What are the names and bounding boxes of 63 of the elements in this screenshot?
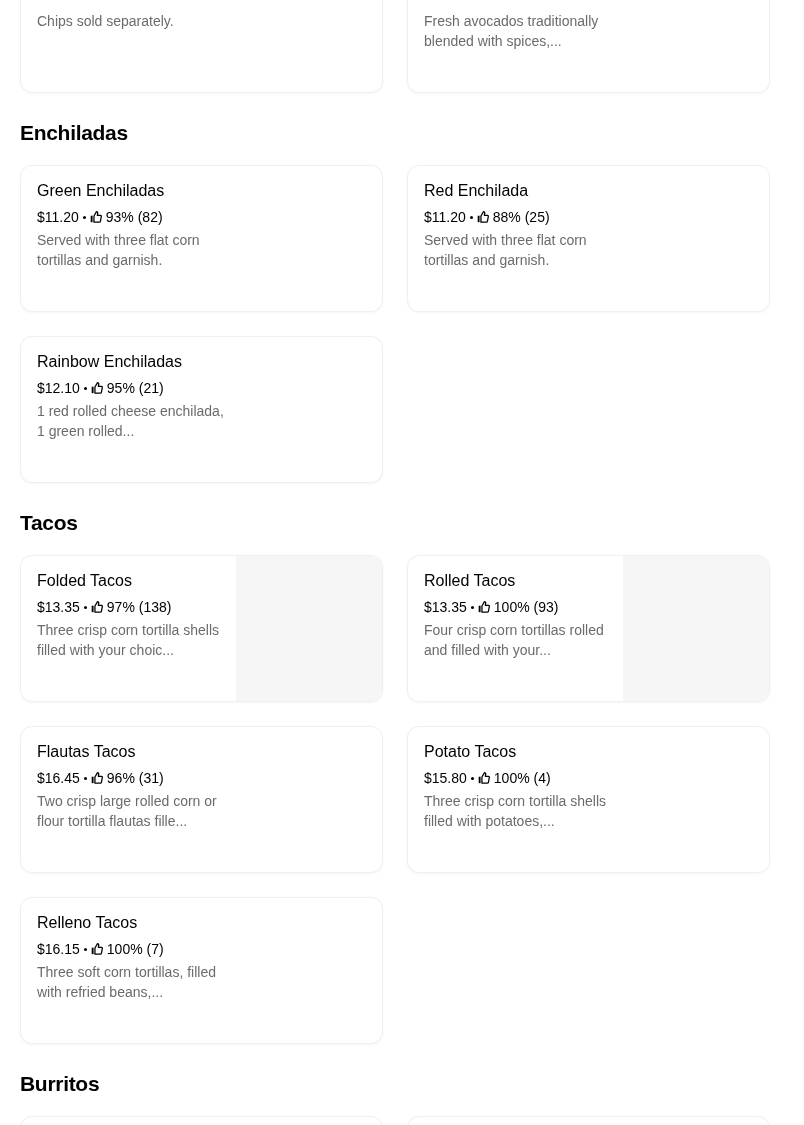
item-description: Served with three flat corn tortillas and garnish.: [424, 231, 588, 270]
item-name: Rolled Tacos: [424, 571, 517, 591]
separator-dot: [82, 215, 86, 219]
item-rating: 93% (82): [105, 208, 163, 227]
item-rating: 100% (93): [493, 598, 559, 617]
item-rating: 88% (25): [492, 208, 550, 227]
menu-item-card[interactable]: Rainbow Enchiladas $12.10 95% (21) 1 red rolled cheese enchilada, 1 green rolled...: [20, 336, 383, 483]
thumbs-up-icon: [89, 211, 102, 223]
item-price: $12.10: [37, 379, 80, 398]
item-price: $13.35: [424, 598, 467, 617]
menu-item-card[interactable]: Fresh avocados traditionally blended with spices,...: [407, 0, 770, 93]
item-name: Folded Tacos: [37, 571, 133, 591]
section-heading: Enchiladas: [20, 120, 129, 146]
item-description: Four crisp corn tortillas rolled and filled with your...: [424, 621, 605, 660]
menu-item-card[interactable]: Red Enchilada $11.20 88% (25) Served with three flat corn tortillas and garnish.: [407, 165, 770, 312]
item-price: $11.20: [424, 208, 466, 227]
item-name: Relleno Tacos: [37, 913, 139, 933]
item-price: $13.35: [37, 598, 80, 617]
separator-dot: [469, 215, 473, 219]
item-rating: 97% (138): [106, 598, 172, 617]
menu-item-card[interactable]: Folded Tacos $13.35 97% (138) Three crisp corn tortilla shells filled with your choic...: [20, 555, 383, 702]
item-price: $16.15: [37, 940, 80, 959]
item-description: 1 red rolled cheese enchilada, 1 green rolled...: [37, 402, 225, 441]
menu-item-card[interactable]: Rolled Tacos $13.35 100% (93) Four crisp corn tortillas rolled and filled with your...: [407, 555, 770, 702]
menu-item-card[interactable]: Chips sold separately.: [20, 0, 383, 93]
item-name: Red Enchilada: [424, 181, 530, 201]
separator-dot: [83, 776, 87, 780]
item-price: $11.20: [37, 208, 79, 227]
thumbs-up-icon: [90, 601, 103, 613]
item-description: Three crisp corn tortilla shells filled with your choic...: [37, 621, 220, 660]
thumbs-up-icon: [477, 772, 490, 784]
item-name: Rainbow Enchiladas: [37, 352, 183, 372]
item-rating: 100% (7): [106, 940, 164, 959]
thumbs-up-icon: [476, 211, 489, 223]
menu-item-card[interactable]: Relleno Tacos $16.15 100% (7) Three soft corn tortillas, filled with refried beans,...: [20, 897, 383, 1044]
separator-dot: [470, 605, 474, 609]
separator-dot: [83, 386, 87, 390]
item-name: Green Enchiladas: [37, 181, 166, 201]
item-name: Flautas Tacos: [37, 742, 137, 762]
thumbs-up-icon: [477, 601, 490, 613]
thumbs-up-icon: [90, 772, 103, 784]
item-rating: 100% (4): [493, 769, 551, 788]
item-description: Three soft corn tortillas, filled with refried beans,...: [37, 963, 217, 1002]
separator-dot: [470, 776, 474, 780]
item-description: Served with three flat corn tortillas and garnish.: [37, 231, 201, 270]
menu-item-card[interactable]: Flautas Tacos $16.45 96% (31) Two crisp large rolled corn or flour tortilla flautas fille...: [20, 726, 383, 873]
menu-item-card[interactable]: Green Enchiladas $11.20 93% (82) Served with three flat corn tortillas and garnish.: [20, 165, 383, 312]
item-description: Three crisp corn tortilla shells filled with potatoes,...: [424, 792, 608, 831]
section-heading: Burritos: [20, 1071, 101, 1097]
menu-item-card[interactable]: Potato Tacos $15.80 100% (4) Three crisp corn tortilla shells filled with potatoes,...: [407, 726, 770, 873]
thumbs-up-icon: [90, 943, 103, 955]
item-rating: 95% (21): [106, 379, 164, 398]
item-description: Chips sold separately.: [37, 12, 175, 31]
section-heading: Tacos: [20, 510, 79, 536]
item-price: $15.80: [424, 769, 467, 788]
item-rating: 96% (31): [106, 769, 164, 788]
separator-dot: [83, 605, 87, 609]
separator-dot: [83, 947, 87, 951]
thumbs-up-icon: [90, 382, 103, 394]
item-name: Potato Tacos: [424, 742, 518, 762]
item-price: $16.45: [37, 769, 80, 788]
item-description: Fresh avocados traditionally blended with spices,...: [424, 12, 600, 51]
item-description: Two crisp large rolled corn or flour tortilla flautas fille...: [37, 792, 218, 831]
